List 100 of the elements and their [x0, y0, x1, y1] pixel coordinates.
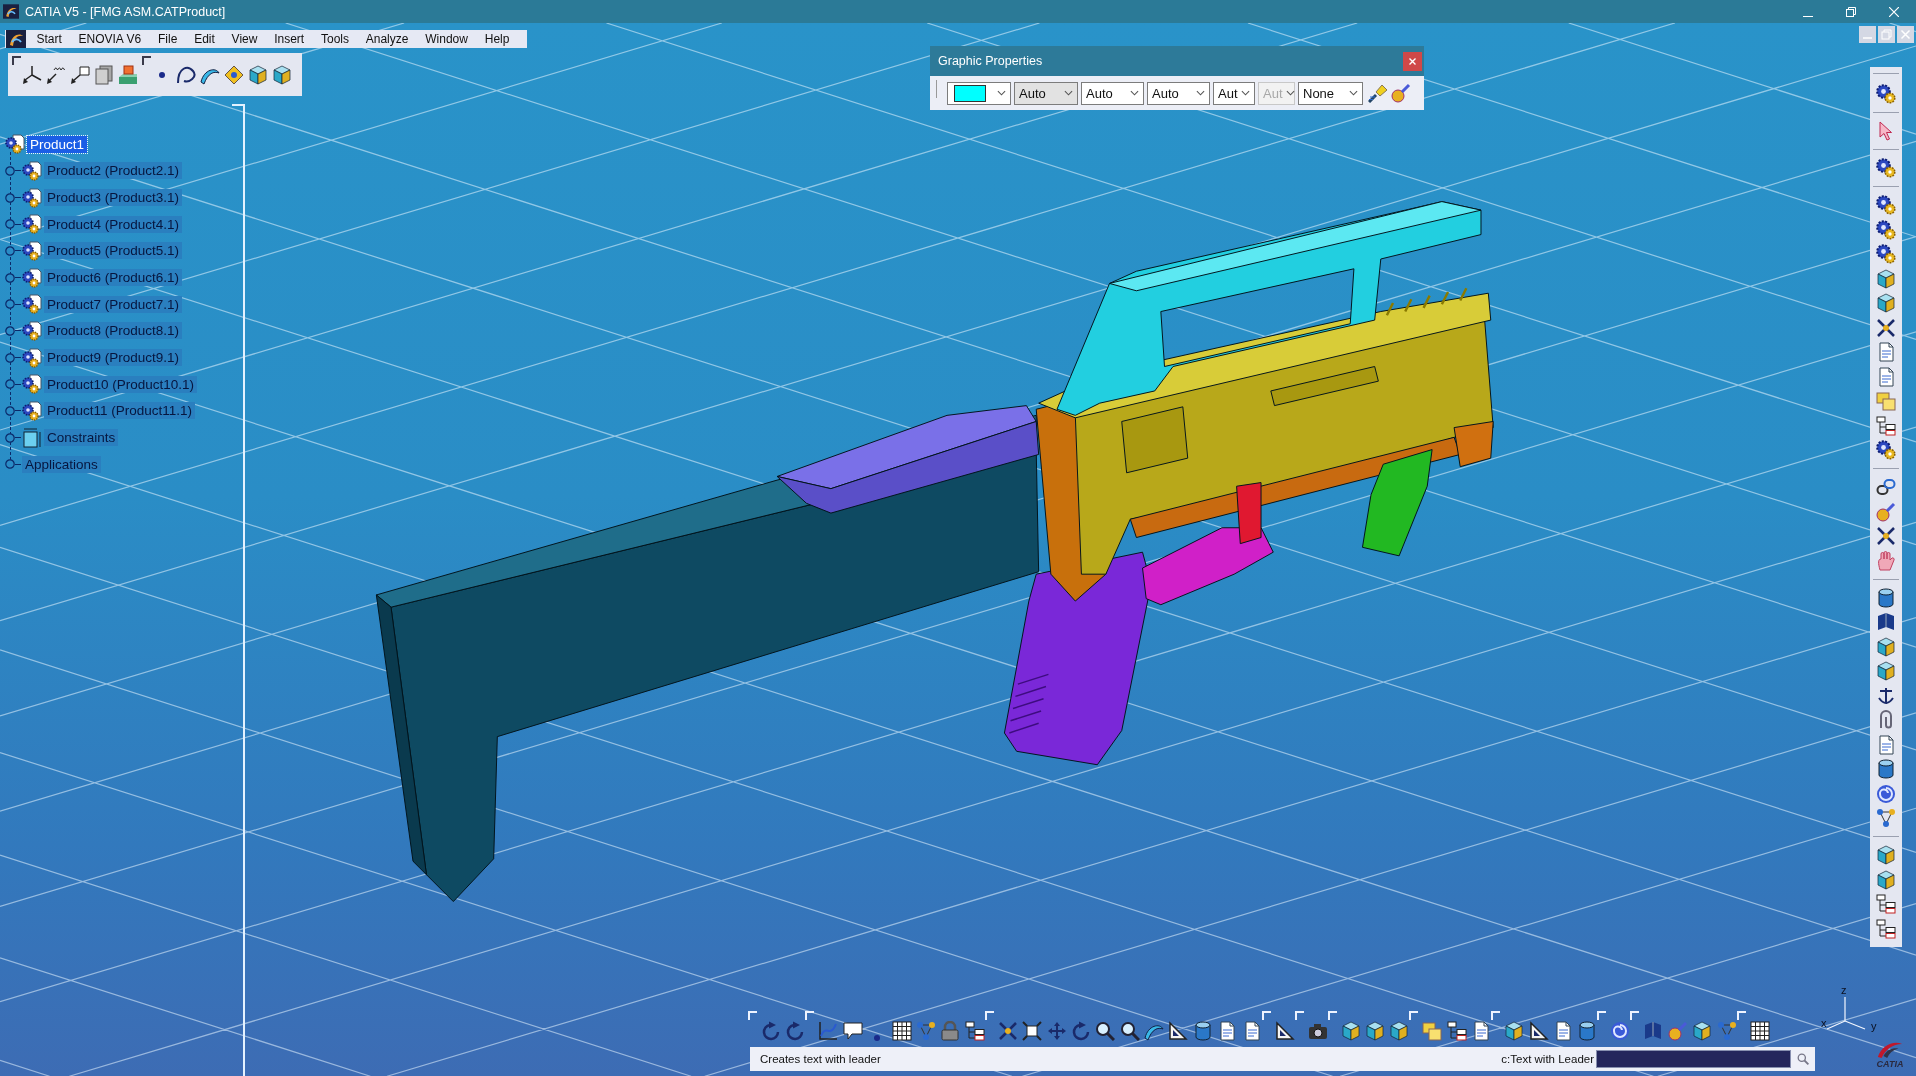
gears-icon[interactable] [1876, 158, 1896, 178]
cube-icon[interactable] [1389, 1021, 1410, 1041]
menu-item[interactable]: Window [416, 32, 477, 46]
node-network-icon[interactable] [1876, 808, 1896, 828]
cylinder-icon[interactable] [1876, 587, 1896, 608]
sheet-icon[interactable] [1876, 342, 1896, 362]
cube-icon[interactable] [1340, 1021, 1361, 1041]
sphere-wand-icon[interactable] [1391, 83, 1411, 103]
expand-toggle[interactable] [5, 325, 15, 336]
cube-icon[interactable] [1365, 1021, 1386, 1041]
menu-item[interactable]: ENOVIA V6 [70, 32, 150, 46]
gears-icon[interactable] [1876, 244, 1896, 264]
expand-toggle[interactable] [5, 352, 15, 363]
diamond-icon[interactable] [224, 64, 244, 85]
menu-item[interactable]: Analyze [357, 32, 417, 46]
dropdown[interactable]: None [1298, 81, 1363, 105]
curve-icon[interactable] [176, 64, 196, 85]
cube-icon[interactable] [1876, 869, 1896, 890]
close-icon[interactable] [1403, 51, 1422, 71]
rotate-arrow-icon[interactable] [761, 1021, 781, 1041]
tree-item[interactable]: Product9 (Product9.1) [44, 349, 183, 367]
cube-icon[interactable] [1876, 268, 1896, 289]
tree-structure-icon[interactable] [964, 1021, 985, 1041]
color-dropdown[interactable] [947, 81, 1011, 105]
rotate-arrow-icon[interactable] [785, 1021, 806, 1041]
expand-toggle[interactable] [5, 405, 15, 416]
cylinder-icon[interactable] [1577, 1021, 1598, 1041]
table-icon[interactable] [1749, 1021, 1770, 1041]
tree-item[interactable]: Product3 (Product3.1) [44, 189, 183, 207]
app-icon[interactable] [5, 30, 27, 48]
flag-icon[interactable] [70, 64, 90, 85]
expand-toggle[interactable] [5, 432, 15, 443]
cube-icon[interactable] [1504, 1021, 1525, 1041]
speech-bubble-icon[interactable] [842, 1021, 863, 1041]
scribble-arrow-icon[interactable] [46, 64, 66, 85]
cylinder-icon[interactable] [1192, 1021, 1213, 1041]
command-input[interactable] [1596, 1050, 1791, 1068]
sheets-icon[interactable] [94, 64, 114, 85]
anchor-icon[interactable] [1876, 685, 1896, 706]
fit-square-icon[interactable] [1022, 1021, 1043, 1041]
dropdown[interactable]: Auto [1081, 81, 1144, 105]
expand-toggle[interactable] [5, 166, 15, 176]
gears-icon[interactable] [1876, 84, 1896, 104]
expand-toggle[interactable] [5, 379, 15, 390]
hand-icon[interactable] [1876, 550, 1896, 571]
node-network-icon[interactable] [1716, 1021, 1737, 1041]
tree-structure-icon[interactable] [1876, 894, 1896, 914]
tree-item[interactable]: Product11 (Product11.1) [44, 402, 196, 420]
cube-icon[interactable] [1692, 1021, 1713, 1041]
close-icon[interactable] [1889, 6, 1899, 17]
chain-link-icon[interactable] [1876, 477, 1896, 497]
sheet-icon[interactable] [1553, 1021, 1573, 1041]
tree-structure-icon[interactable] [1446, 1021, 1467, 1041]
toolbar-handle[interactable] [12, 56, 21, 65]
table-icon[interactable] [891, 1021, 912, 1041]
menu-item[interactable]: Edit [185, 32, 224, 46]
search-icon[interactable] [1797, 1053, 1809, 1065]
cube-icon[interactable] [1876, 293, 1896, 313]
cross-arrows-icon[interactable] [1876, 317, 1896, 338]
menu-item[interactable]: View [223, 32, 266, 46]
cube-icon[interactable] [1876, 636, 1896, 657]
restore-icon[interactable] [1846, 6, 1856, 17]
menu-item[interactable]: Insert [265, 32, 313, 46]
toolbar-handle[interactable] [142, 56, 151, 65]
dropdown[interactable]: Auto [1014, 81, 1078, 105]
cross-arrows-icon[interactable] [997, 1021, 1018, 1041]
sheet-icon[interactable] [1876, 366, 1896, 387]
gears-icon[interactable] [1876, 219, 1896, 240]
expand-toggle[interactable] [5, 459, 15, 470]
axes-icon[interactable] [22, 64, 42, 85]
magnifier-icon[interactable] [1095, 1021, 1116, 1041]
cylinder-icon[interactable] [1876, 759, 1896, 779]
magnifier-icon[interactable] [1119, 1021, 1140, 1041]
tree-item[interactable]: Product1 [27, 135, 88, 153]
menu-item[interactable]: Help [476, 32, 518, 46]
expand-toggle[interactable] [5, 272, 15, 283]
gears-icon[interactable] [1876, 440, 1896, 460]
menu-item[interactable]: File [149, 32, 186, 46]
spiral-icon[interactable] [1610, 1021, 1631, 1041]
tree-structure-icon[interactable] [1876, 918, 1896, 939]
folders-icon[interactable] [1422, 1021, 1443, 1041]
sheet-icon[interactable] [1876, 734, 1896, 755]
gears-icon[interactable] [1876, 195, 1896, 215]
menu-item[interactable]: Tools [312, 32, 358, 46]
tree-item[interactable]: Product2 (Product2.1) [44, 162, 183, 180]
tree-item[interactable]: Product8 (Product8.1) [44, 322, 183, 340]
cube-icon[interactable] [248, 64, 268, 85]
dropdown[interactable]: Auto [1147, 81, 1210, 105]
expand-toggle[interactable] [5, 299, 15, 310]
spiral-icon[interactable] [1876, 783, 1896, 804]
app-icon[interactable] [3, 4, 19, 19]
cube-icon[interactable] [272, 64, 292, 85]
cube-icon[interactable] [1876, 661, 1896, 681]
expand-toggle[interactable] [5, 192, 15, 203]
tree-item[interactable]: Product5 (Product5.1) [44, 242, 183, 260]
node-network-icon[interactable] [915, 1021, 936, 1041]
stamp-block-icon[interactable] [118, 64, 138, 85]
book-icon[interactable] [1876, 612, 1896, 632]
dot-icon[interactable] [159, 71, 165, 78]
sphere-wand-icon[interactable] [1876, 501, 1896, 522]
